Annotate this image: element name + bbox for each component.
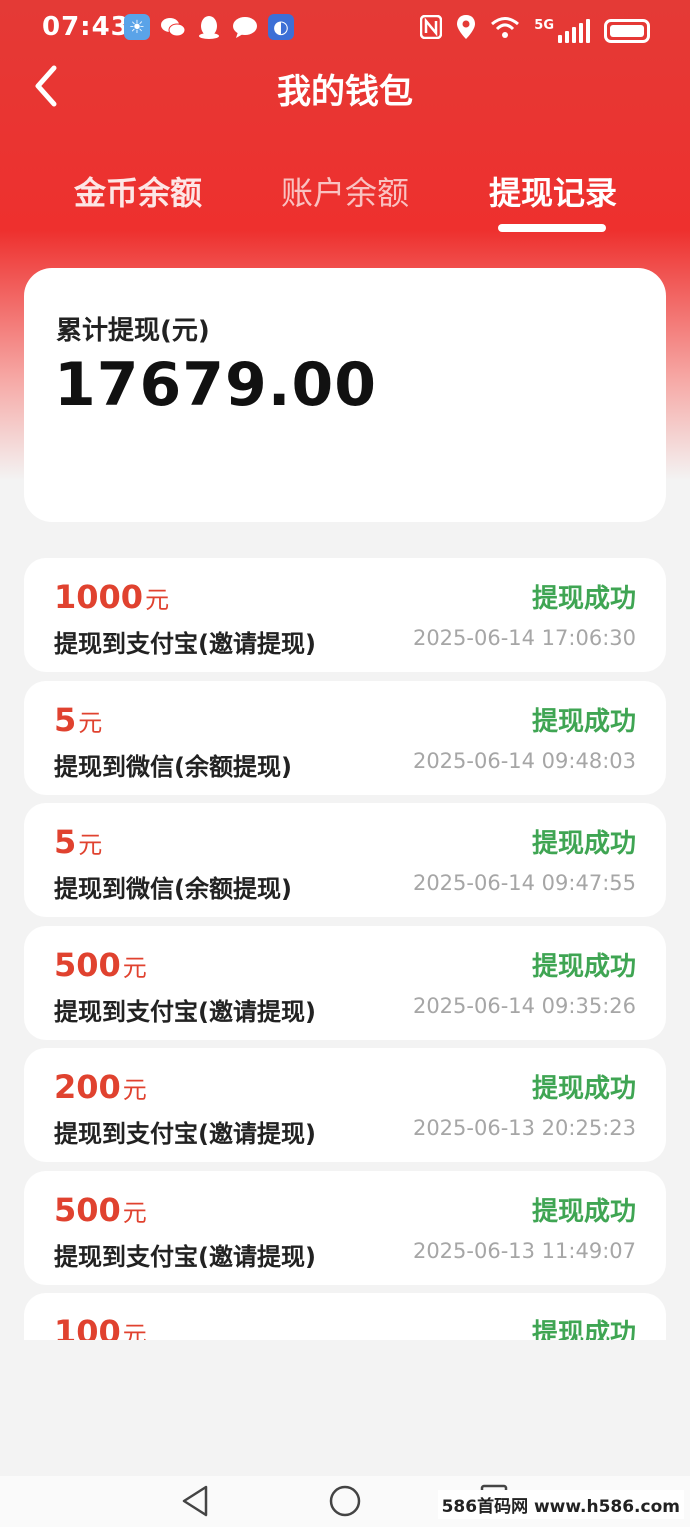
status-time: 07:43 bbox=[42, 12, 130, 42]
record-amount: 500元 bbox=[54, 945, 147, 984]
wifi-icon bbox=[490, 15, 520, 46]
system-nav-bar: 586首码网 www.h586.com bbox=[0, 1476, 690, 1527]
status-bar: 07:43 ☀ ◐ 5G bbox=[0, 0, 690, 56]
site-watermark: 586首码网 www.h586.com bbox=[437, 1490, 684, 1519]
total-withdraw-label: 累计提现(元) bbox=[56, 316, 210, 346]
record-amount: 200元 bbox=[54, 1068, 147, 1106]
list-item[interactable]: 5元 提现成功 提现到微信(余额提现) 2025-06-14 09:48:03 bbox=[24, 680, 666, 795]
record-amount: 5元 bbox=[54, 823, 103, 861]
record-time: 2025-06-14 09:47:55 bbox=[412, 871, 636, 895]
record-status: 提现成功 bbox=[531, 706, 636, 737]
wechat-icon bbox=[160, 14, 186, 40]
wallet-tabs: 金币余额 账户余额 提现记录 bbox=[0, 168, 690, 238]
record-time: 2025-06-14 09:35:26 bbox=[412, 993, 636, 1018]
system-icons: 5G bbox=[420, 14, 650, 47]
record-status: 提现成功 bbox=[531, 584, 636, 614]
record-description: 提现到微信(余额提现) bbox=[54, 875, 292, 903]
record-description: 提现到支付宝(邀请提现) bbox=[54, 630, 316, 658]
message-icon bbox=[232, 14, 258, 40]
record-time: 2025-06-14 09:48:03 bbox=[412, 748, 636, 773]
app-header: 我的钱包 bbox=[0, 56, 690, 120]
triangle-back-icon bbox=[182, 1485, 208, 1517]
record-status: 提现成功 bbox=[531, 1319, 636, 1340]
record-time: 2025-06-13 11:49:07 bbox=[412, 1238, 636, 1263]
record-description: 提现到支付宝(邀请提现) bbox=[54, 1242, 316, 1271]
record-description: 提现到支付宝(邀请提现) bbox=[54, 1120, 316, 1148]
qq-icon bbox=[196, 14, 222, 40]
list-item[interactable]: 500元 提现成功 提现到支付宝(邀请提现) 2025-06-14 09:35:… bbox=[24, 925, 666, 1040]
list-item[interactable]: 1000元 提现成功 提现到支付宝(邀请提现) 2025-06-14 17:06… bbox=[24, 558, 666, 672]
list-bottom-area bbox=[0, 1340, 690, 1476]
list-item[interactable]: 5元 提现成功 提现到微信(余额提现) 2025-06-14 09:47:55 bbox=[24, 803, 666, 917]
record-time: 2025-06-14 17:06:30 bbox=[412, 626, 636, 650]
record-description: 提现到微信(余额提现) bbox=[54, 752, 292, 781]
nav-back-button[interactable] bbox=[180, 1484, 210, 1522]
record-time: 2025-06-13 20:25:23 bbox=[412, 1116, 636, 1140]
tab-coin-balance[interactable]: 金币余额 bbox=[48, 168, 228, 214]
list-item[interactable]: 500元 提现成功 提现到支付宝(邀请提现) 2025-06-13 11:49:… bbox=[24, 1170, 666, 1285]
battery-icon bbox=[604, 18, 650, 43]
record-status: 提现成功 bbox=[531, 951, 636, 982]
nav-home-button[interactable] bbox=[328, 1484, 362, 1522]
tab-withdraw-records[interactable]: 提现记录 bbox=[463, 168, 643, 214]
record-status: 提现成功 bbox=[531, 829, 636, 859]
total-withdraw-value: 17679.00 bbox=[54, 350, 378, 420]
total-withdraw-card: 累计提现(元) 17679.00 bbox=[24, 268, 666, 522]
app-icon: ◐ bbox=[268, 14, 294, 40]
record-status: 提现成功 bbox=[531, 1196, 636, 1227]
record-amount: 1000元 bbox=[54, 578, 170, 616]
weather-icon: ☀ bbox=[124, 14, 150, 40]
active-tab-indicator bbox=[498, 224, 606, 232]
record-description: 提现到支付宝(邀请提现) bbox=[54, 997, 316, 1026]
nfc-icon bbox=[420, 14, 443, 46]
list-item[interactable]: 100元 提现成功 bbox=[24, 1293, 666, 1340]
withdraw-record-list[interactable]: 1000元 提现成功 提现到支付宝(邀请提现) 2025-06-14 17:06… bbox=[24, 558, 666, 1340]
network-type: 5G bbox=[534, 18, 554, 33]
record-amount: 100元 bbox=[54, 1313, 147, 1340]
record-amount: 500元 bbox=[54, 1190, 147, 1229]
location-icon bbox=[456, 14, 476, 47]
tab-account-balance[interactable]: 账户余额 bbox=[255, 168, 435, 214]
record-status: 提现成功 bbox=[531, 1074, 636, 1104]
notification-icons: ☀ ◐ bbox=[124, 14, 294, 40]
record-amount: 5元 bbox=[54, 700, 103, 739]
page-title: 我的钱包 bbox=[277, 72, 413, 112]
signal-icon bbox=[558, 18, 590, 43]
circle-home-icon bbox=[329, 1485, 361, 1517]
list-item[interactable]: 200元 提现成功 提现到支付宝(邀请提现) 2025-06-13 20:25:… bbox=[24, 1048, 666, 1162]
